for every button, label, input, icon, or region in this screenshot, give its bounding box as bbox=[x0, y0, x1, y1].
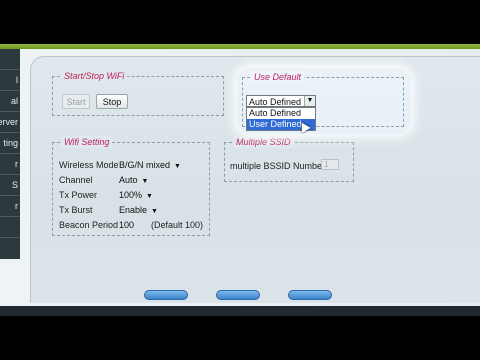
sidebar-item-label: ting bbox=[3, 138, 18, 148]
sidebar-item-8[interactable]: r bbox=[0, 196, 20, 217]
sidebar-item-label: erver bbox=[0, 117, 18, 127]
bottom-button-1[interactable] bbox=[144, 290, 188, 300]
tx-power-value: 100% bbox=[119, 190, 143, 200]
use-default-legend: Use Default bbox=[251, 71, 305, 83]
sidebar-item-9[interactable] bbox=[0, 217, 20, 238]
beacon-period-label: Beacon Period bbox=[59, 220, 119, 230]
sidebar-item-1[interactable] bbox=[0, 49, 20, 70]
tx-power-select[interactable]: 100% ▼ bbox=[119, 189, 153, 201]
sidebar-item-label: l bbox=[16, 75, 18, 85]
channel-value: Auto bbox=[119, 175, 138, 185]
stop-button[interactable]: Stop bbox=[96, 94, 128, 109]
tx-burst-select[interactable]: Enable ▼ bbox=[119, 204, 158, 216]
bssid-number-value: 1 bbox=[324, 160, 329, 169]
chevron-down-icon: ▼ bbox=[146, 193, 153, 200]
chevron-down-icon[interactable]: ▼ bbox=[304, 96, 315, 106]
beacon-period-field[interactable]: 100 bbox=[119, 219, 134, 231]
sidebar-item-label: al bbox=[10, 96, 18, 106]
wifi-setting-legend: Wifi Setting bbox=[61, 136, 113, 148]
option-auto-defined[interactable]: Auto Defined bbox=[247, 108, 315, 119]
sidebar: l al erver ting r S r bbox=[0, 49, 20, 259]
tx-power-label: Tx Power bbox=[59, 190, 98, 200]
tx-burst-value: Enable bbox=[119, 205, 148, 215]
sidebar-item-3[interactable]: al bbox=[0, 91, 20, 112]
chevron-down-icon: ▼ bbox=[141, 178, 149, 185]
channel-select[interactable]: Auto ▼ bbox=[119, 174, 148, 186]
sidebar-item-6[interactable]: r bbox=[0, 154, 20, 175]
tx-burst-label: Tx Burst bbox=[59, 205, 93, 215]
bottom-letterbox bbox=[0, 316, 480, 360]
sidebar-item-7[interactable]: S bbox=[0, 175, 20, 196]
bottom-button-3[interactable] bbox=[288, 290, 332, 300]
channel-label: Channel bbox=[59, 175, 93, 185]
chevron-down-icon: ▼ bbox=[151, 208, 158, 215]
bottom-button-2[interactable] bbox=[216, 290, 260, 300]
sidebar-item-2[interactable]: l bbox=[0, 70, 20, 91]
top-letterbox bbox=[0, 0, 480, 44]
sidebar-item-label: S bbox=[11, 180, 18, 190]
start-button[interactable]: Start bbox=[62, 94, 90, 109]
sidebar-item-label: r bbox=[15, 159, 18, 169]
multiple-bssid-number-label: multiple BSSID Number bbox=[230, 161, 326, 171]
router-config-window: l al erver ting r S r Start/Stop WiFi St… bbox=[0, 0, 480, 360]
use-default-selected-value: Auto Defined bbox=[249, 97, 302, 107]
footer-strip bbox=[0, 306, 480, 316]
wireless-mode-label: Wireless Mode bbox=[59, 160, 119, 170]
beacon-period-value: 100 bbox=[119, 220, 135, 230]
sidebar-item-5[interactable]: ting bbox=[0, 133, 20, 154]
multiple-ssid-legend: Multiple SSID bbox=[233, 136, 294, 148]
beacon-period-default: (Default 100) bbox=[151, 220, 204, 230]
use-default-select[interactable]: Auto Defined ▼ bbox=[246, 95, 316, 107]
start-stop-wifi-legend: Start/Stop WiFi bbox=[61, 70, 128, 82]
sidebar-item-label: r bbox=[15, 201, 18, 211]
chevron-down-icon: ▼ bbox=[174, 163, 181, 170]
sidebar-item-4[interactable]: erver bbox=[0, 112, 20, 133]
bssid-number-select[interactable]: 1 bbox=[321, 159, 339, 170]
wireless-mode-value: B/G/N mixed bbox=[119, 160, 171, 170]
wireless-mode-select[interactable]: B/G/N mixed ▼ bbox=[119, 159, 181, 171]
